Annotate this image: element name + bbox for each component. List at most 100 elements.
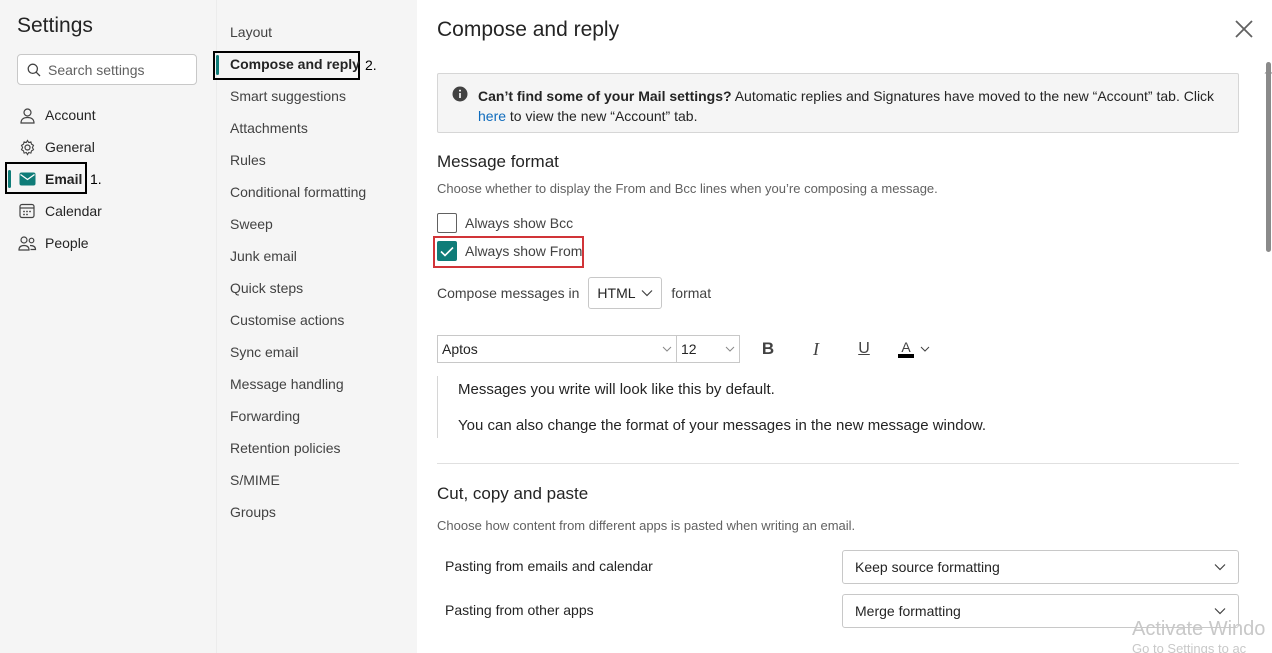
email-subcategories-pane: Layout Compose and reply 2. Smart sugges… [213,0,417,653]
chevron-down-icon [641,290,653,297]
compose-format-value: HTML [597,285,636,301]
activate-windows-watermark: Activate Windo [1132,618,1266,640]
subcategory-sync-email[interactable]: Sync email [230,342,298,362]
settings-categories-pane: Settings Account General Email Calendar … [0,0,216,653]
subcategory-smart-suggestions[interactable]: Smart suggestions [230,86,346,106]
bcc-checkbox[interactable] [437,213,457,233]
message-format-description: Choose whether to display the From and B… [437,181,938,196]
gear-icon [17,137,37,157]
person-icon [17,105,37,125]
scrollbar-thumb[interactable] [1266,62,1271,252]
calendar-icon [17,201,37,221]
close-button[interactable] [1233,18,1255,40]
chevron-down-icon [662,346,672,352]
search-settings-box[interactable] [17,54,197,85]
page-title: Compose and reply [437,18,620,41]
info-banner-bold: Can’t find some of your Mail settings? [478,88,732,104]
bcc-checkbox-label: Always show Bcc [465,215,574,231]
compose-format-dropdown[interactable]: HTML [588,277,663,309]
font-toolbar: Aptos 12 B I U A [437,335,938,363]
category-label: People [45,235,89,251]
compose-reply-settings-panel: Compose and reply Can’t find some of you… [417,0,1272,653]
subcategory-attachments[interactable]: Attachments [230,118,308,138]
from-checkbox-label: Always show From [465,243,583,259]
chevron-down-icon [920,346,930,352]
chevron-down-icon [1214,564,1226,571]
always-show-from-option[interactable]: Always show From [437,241,582,261]
category-label: General [45,139,95,155]
category-people[interactable]: People [17,229,89,257]
paste-other-apps-row: Pasting from other apps Merge formatting [437,594,1239,628]
font-color-swatch [898,354,914,358]
paste-emails-dropdown[interactable]: Keep source formatting [842,550,1239,584]
paste-emails-label: Pasting from emails and calendar [445,558,653,574]
people-icon [17,233,37,253]
subcategory-quick-steps[interactable]: Quick steps [230,278,303,298]
font-size-dropdown[interactable]: 12 [677,335,740,363]
paste-emails-value: Keep source formatting [855,559,1000,575]
search-input[interactable] [48,61,188,78]
search-icon [27,63,41,76]
font-color-button[interactable]: A [898,335,938,363]
bold-icon: B [761,339,775,358]
subcategory-smime[interactable]: S/MIME [230,470,280,490]
category-general[interactable]: General [17,133,95,161]
paste-emails-row: Pasting from emails and calendar Keep so… [437,550,1239,584]
subcategory-forwarding[interactable]: Forwarding [230,406,300,426]
underline-icon: U [858,340,870,357]
close-icon [1235,20,1253,38]
font-name-value: Aptos [442,341,478,357]
chevron-down-icon [1214,608,1226,615]
category-label: Calendar [45,203,102,219]
step-annotation-1: 1. [90,171,102,187]
compose-format-prefix: Compose messages in [437,285,580,301]
info-icon [452,86,468,102]
from-checkbox[interactable] [437,241,457,261]
format-preview: Messages you write will look like this b… [437,376,1239,438]
italic-icon: I [813,338,819,359]
font-color-glyph: A [901,339,911,355]
info-banner-text-2: to view the new “Account” tab. [506,108,698,124]
subcategory-groups[interactable]: Groups [230,502,276,522]
font-name-dropdown[interactable]: Aptos [437,335,677,363]
paste-other-apps-value: Merge formatting [855,603,961,619]
subcategory-junk-email[interactable]: Junk email [230,246,297,266]
step-annotation-2: 2. [365,57,377,73]
section-divider [437,463,1239,464]
subcategory-sweep[interactable]: Sweep [230,214,273,234]
subcategory-message-handling[interactable]: Message handling [230,374,344,394]
info-banner-text-1: Automatic replies and Signatures have mo… [731,88,1215,104]
message-format-heading: Message format [437,152,559,171]
subcategory-customise-actions[interactable]: Customise actions [230,310,344,330]
preview-line-2: You can also change the format of your m… [458,417,987,434]
font-size-value: 12 [681,341,697,357]
bold-button[interactable]: B [754,335,782,363]
compose-format-row: Compose messages in HTML format [437,277,711,309]
subcategory-conditional-formatting[interactable]: Conditional formatting [230,182,366,202]
underline-button[interactable]: U [850,335,878,363]
subcategory-layout[interactable]: Layout [230,22,272,42]
paste-heading: Cut, copy and paste [437,484,589,503]
settings-title: Settings [17,14,93,37]
category-calendar[interactable]: Calendar [17,197,102,225]
subcategory-retention-policies[interactable]: Retention policies [230,438,341,458]
subcategory-compose-and-reply[interactable]: Compose and reply [230,54,360,74]
here-link[interactable]: here [478,108,506,124]
preview-line-1: Messages you write will look like this b… [458,381,775,398]
paste-description: Choose how content from different apps i… [437,518,856,533]
category-label: Account [45,107,96,123]
category-account[interactable]: Account [17,101,96,129]
checkmark-icon [440,246,454,257]
subcategory-rules[interactable]: Rules [230,150,266,170]
info-banner: Can’t find some of your Mail settings? A… [437,73,1239,133]
compose-format-suffix: format [671,285,712,301]
paste-other-apps-label: Pasting from other apps [445,602,594,618]
info-banner-text: Can’t find some of your Mail settings? A… [478,86,1218,126]
scroll-up-arrow-icon[interactable] [1264,68,1272,74]
activate-windows-subtext: Go to Settings to ac [1132,641,1247,653]
italic-button[interactable]: I [802,335,830,363]
always-show-bcc-option[interactable]: Always show Bcc [437,213,573,233]
chevron-down-icon [725,346,735,352]
email-highlight-box [5,162,87,194]
font-color-icon: A [898,340,914,358]
